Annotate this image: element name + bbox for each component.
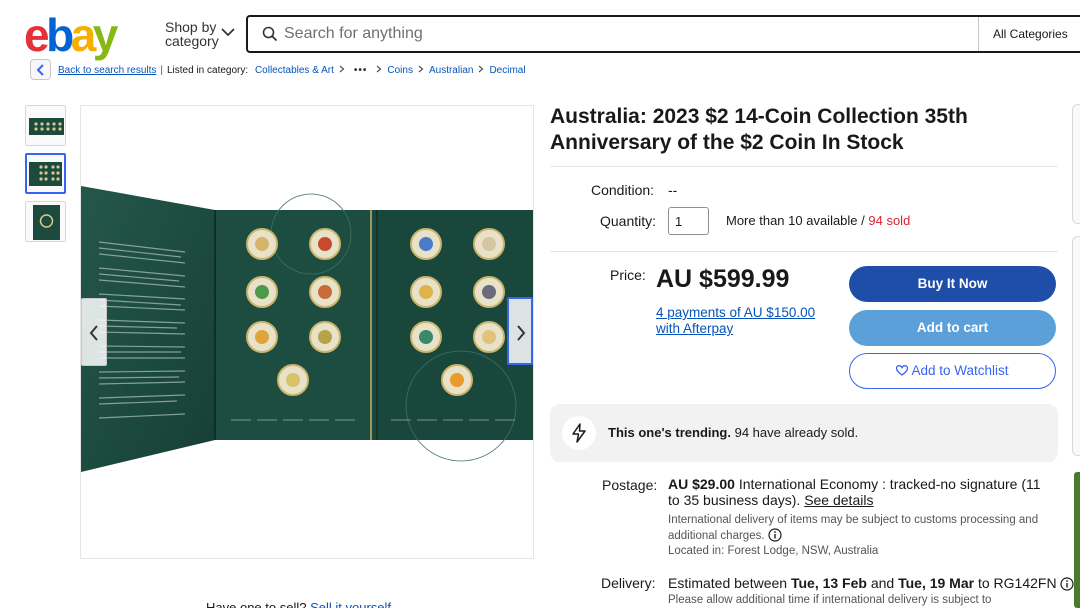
see-details-link[interactable]: See details (804, 492, 873, 508)
postage-price: AU $29.00 (668, 476, 735, 492)
coin-folder-image (81, 106, 533, 558)
logo-letter-y: y (92, 9, 119, 61)
chevron-right-icon (479, 65, 484, 73)
breadcrumb: Back to search results | Listed in categor… (58, 65, 526, 77)
category-label: category (165, 33, 219, 49)
chevron-down-icon (221, 28, 235, 37)
info-icon[interactable] (1059, 577, 1074, 591)
availability-text: More than 10 available / 94 sold (726, 213, 910, 228)
listing-title: Australia: 2023 $2 14-Coin Collection 35… (550, 105, 968, 154)
divider (550, 166, 1058, 167)
category-select[interactable]: All Categories (993, 27, 1068, 41)
side-panel-edge (1072, 104, 1080, 224)
condition-label: Condition: (591, 182, 655, 198)
delivery-note: Please allow additional time if internat… (668, 594, 992, 606)
trending-icon-badge (562, 416, 596, 450)
price-label: Price: (610, 267, 646, 283)
breadcrumb-more-button[interactable]: ••• (354, 65, 368, 76)
add-to-cart-button[interactable]: Add to cart (849, 310, 1056, 346)
shop-by-label: Shop by (165, 19, 217, 35)
previous-image-button[interactable] (81, 298, 107, 366)
logo-letter-e: e (24, 9, 50, 61)
trending-detail: 94 have already sold. (731, 425, 859, 440)
back-button[interactable] (30, 59, 51, 80)
customs-note: International delivery of items may be s… (668, 512, 1043, 544)
availability-separator: / (857, 213, 869, 228)
next-image-button[interactable] (507, 297, 533, 365)
search-icon (262, 26, 278, 42)
shop-by-category-button[interactable]: Shop by category (165, 19, 235, 49)
listed-in-label: Listed in category: (166, 65, 249, 76)
trending-heading: This one's trending. (608, 425, 731, 440)
logo-letter-b: b (46, 9, 74, 61)
ebay-logo[interactable]: ebay (24, 12, 132, 58)
breadcrumb-item-collectables[interactable]: Collectables & Art (255, 65, 334, 76)
delivery-date-end: Tue, 19 Mar (898, 575, 975, 591)
logo-letter-a: a (70, 9, 97, 61)
delivery-label: Delivery: (601, 575, 656, 591)
delivery-date-start: Tue, 13 Feb (790, 575, 867, 591)
chevron-right-icon (517, 325, 526, 341)
price-value: AU $599.99 (656, 265, 790, 293)
thumbnail-2[interactable] (25, 153, 66, 194)
chevron-left-icon (36, 64, 44, 76)
delivery-estimate: Estimated between Tue, 13 Feb and Tue, 1… (668, 575, 1074, 591)
buy-it-now-button[interactable]: Buy It Now (849, 266, 1056, 302)
trending-text: This one's trending. 94 have already sol… (608, 425, 858, 440)
postage-label: Postage: (602, 477, 658, 493)
lightning-icon (572, 423, 586, 443)
heart-icon (896, 365, 909, 376)
thumbnail-image (26, 106, 65, 145)
back-to-search-link[interactable]: Back to search results (58, 65, 156, 76)
sold-count[interactable]: 94 sold (868, 213, 910, 228)
quantity-input[interactable] (668, 207, 709, 235)
thumbnail-image (27, 155, 64, 192)
sell-it-yourself-link[interactable]: Sell it yourself (310, 600, 391, 608)
thumbnail-image (26, 202, 65, 241)
info-icon[interactable] (767, 528, 782, 542)
thumbnail-3[interactable] (25, 201, 66, 242)
add-to-watchlist-button[interactable]: Add to Watchlist (849, 353, 1056, 389)
chevron-right-icon (418, 65, 424, 73)
trending-banner: This one's trending. 94 have already sol… (550, 404, 1058, 462)
search-bar: All Categories (246, 15, 1080, 53)
customs-note-text: International delivery of items may be s… (668, 514, 1039, 542)
postage-details: AU $29.00 International Economy : tracke… (668, 476, 1048, 508)
delivery-and: and (866, 575, 899, 591)
breadcrumb-separator: | (160, 65, 163, 76)
sell-prompt: Have one to sell? Sell it yourself (206, 600, 391, 608)
item-location: Located in: Forest Lodge, NSW, Australia (668, 545, 879, 557)
delivery-prefix: Estimated between (668, 575, 791, 591)
side-panel-edge (1072, 236, 1080, 456)
breadcrumb-item-coins[interactable]: Coins (387, 65, 413, 76)
quantity-label: Quantity: (600, 213, 657, 229)
side-ad-edge (1074, 472, 1080, 608)
condition-value: -- (668, 182, 678, 198)
sell-prompt-text: Have one to sell? (206, 600, 307, 608)
search-divider (978, 17, 979, 51)
breadcrumb-item-decimal[interactable]: Decimal (489, 65, 525, 76)
chevron-right-icon (339, 65, 345, 73)
availability-count: More than 10 available (726, 213, 858, 228)
afterpay-link[interactable]: 4 payments of AU $150.00 with Afterpay (656, 305, 831, 337)
main-product-image[interactable] (80, 105, 534, 559)
divider (550, 251, 1058, 252)
search-input[interactable] (284, 23, 964, 45)
chevron-left-icon (89, 325, 98, 341)
thumbnail-1[interactable] (25, 105, 66, 146)
breadcrumb-item-australian[interactable]: Australian (429, 65, 473, 76)
chevron-right-icon (377, 65, 382, 73)
watchlist-label: Add to Watchlist (911, 363, 1009, 378)
delivery-postcode: to RG142FN (974, 575, 1057, 591)
